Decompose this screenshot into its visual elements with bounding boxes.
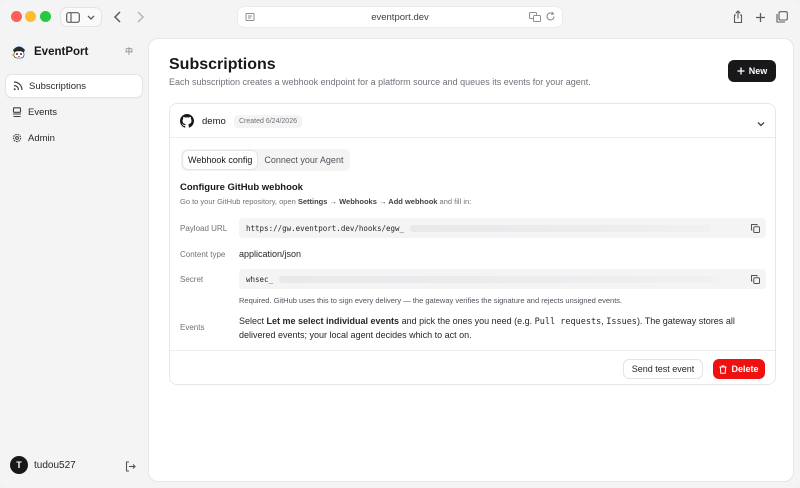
content-type-label: Content type	[180, 250, 226, 259]
secret-help-text: Required. GitHub uses this to sign every…	[239, 296, 623, 305]
gear-icon	[11, 133, 22, 144]
section-title: Configure GitHub webhook	[180, 182, 303, 193]
payload-url-label: Payload URL	[180, 224, 228, 233]
section-description: Go to your GitHub repository, open Setti…	[180, 197, 472, 206]
sidebar-item-admin[interactable]: Admin	[5, 126, 143, 150]
sidebar-icon	[66, 11, 80, 23]
share-button[interactable]	[730, 7, 746, 27]
tab-webhook-config[interactable]: Webhook config	[183, 151, 258, 169]
new-subscription-button[interactable]: New	[728, 60, 776, 82]
browser-toolbar: eventport.dev	[0, 0, 800, 34]
events-instructions: Select Let me select individual events a…	[239, 316, 735, 340]
subscription-card-header[interactable]: demo Created 6/24/2026	[170, 104, 775, 138]
page-description: Each subscription creates a webhook endp…	[169, 77, 591, 87]
redacted-secret	[279, 275, 720, 283]
inbox-stack-icon	[11, 106, 22, 118]
send-test-event-button[interactable]: Send test event	[623, 359, 703, 379]
chevron-down-icon[interactable]	[756, 116, 766, 134]
page-title: Subscriptions	[169, 56, 276, 73]
brand-name: EventPort	[34, 46, 89, 58]
github-icon	[180, 114, 194, 128]
chevron-down-icon	[87, 15, 95, 20]
subscription-card: demo Created 6/24/2026 Webhook config Co…	[169, 103, 776, 385]
subscription-name: demo	[202, 116, 226, 127]
secret-label: Secret	[180, 275, 204, 284]
sidebar-item-subscriptions[interactable]: Subscriptions	[5, 74, 143, 98]
new-tab-button[interactable]	[752, 7, 768, 27]
sidebar-item-label: Subscriptions	[29, 80, 87, 92]
tabs-overview-icon	[776, 11, 788, 23]
secret-value: whsec_	[246, 274, 274, 284]
card-footer: Send test event Delete	[170, 350, 775, 385]
sidebar-item-events[interactable]: Events	[5, 100, 143, 124]
sidebar: EventPort 中 Subscriptions Events Admin T…	[0, 34, 148, 488]
created-badge: Created 6/24/2026	[234, 115, 302, 128]
sidebar-nav: Subscriptions Events Admin	[5, 74, 143, 152]
main-content: Subscriptions Each subscription creates …	[148, 38, 794, 482]
copy-icon[interactable]	[751, 275, 760, 286]
content-type-value: application/json	[239, 249, 302, 259]
delete-button[interactable]: Delete	[713, 359, 765, 379]
tab-connect-agent[interactable]: Connect your Agent	[259, 151, 348, 169]
plus-icon	[755, 12, 765, 22]
user-profile[interactable]: T tudou527	[10, 456, 76, 474]
reload-icon[interactable]	[545, 11, 556, 22]
address-url: eventport.dev	[371, 11, 429, 23]
share-icon	[733, 10, 743, 24]
config-tabs: Webhook config Connect your Agent	[181, 149, 351, 171]
secret-field[interactable]: whsec_	[239, 269, 766, 289]
sidebar-item-label: Admin	[28, 132, 55, 144]
minimize-window-button[interactable]	[25, 11, 36, 22]
new-button-label: New	[748, 66, 768, 76]
close-window-button[interactable]	[11, 11, 22, 22]
payload-url-field[interactable]: https://gw.eventport.dev/hooks/egw_	[239, 218, 766, 238]
language-toggle[interactable]: 中	[120, 43, 138, 59]
chevron-right-icon	[137, 11, 145, 23]
brand[interactable]: EventPort	[10, 43, 88, 61]
delete-label: Delete	[731, 364, 759, 374]
chevron-left-icon	[113, 11, 121, 23]
trash-icon	[719, 364, 727, 374]
logout-icon[interactable]	[125, 459, 136, 477]
tab-overview-button[interactable]	[774, 7, 790, 27]
translate-icon[interactable]	[529, 11, 541, 23]
copy-icon[interactable]	[751, 224, 760, 235]
plus-icon	[737, 67, 745, 75]
username: tudou527	[34, 459, 76, 471]
back-button[interactable]	[110, 7, 126, 27]
address-bar[interactable]: eventport.dev	[237, 6, 563, 28]
redacted-token	[410, 224, 711, 232]
page-settings-icon[interactable]	[245, 12, 255, 25]
sidebar-item-label: Events	[28, 106, 58, 118]
events-label: Events	[180, 323, 205, 332]
browser-window: eventport.dev EventPort 中 Subscriptions …	[0, 0, 800, 488]
sidebar-toggle-button[interactable]	[60, 7, 102, 27]
zoom-window-button[interactable]	[40, 11, 51, 22]
forward-button[interactable]	[132, 7, 148, 27]
payload-url-value: https://gw.eventport.dev/hooks/egw_	[246, 223, 405, 233]
rss-icon	[12, 81, 23, 92]
eventport-logo-icon	[10, 43, 28, 61]
avatar: T	[10, 456, 28, 474]
